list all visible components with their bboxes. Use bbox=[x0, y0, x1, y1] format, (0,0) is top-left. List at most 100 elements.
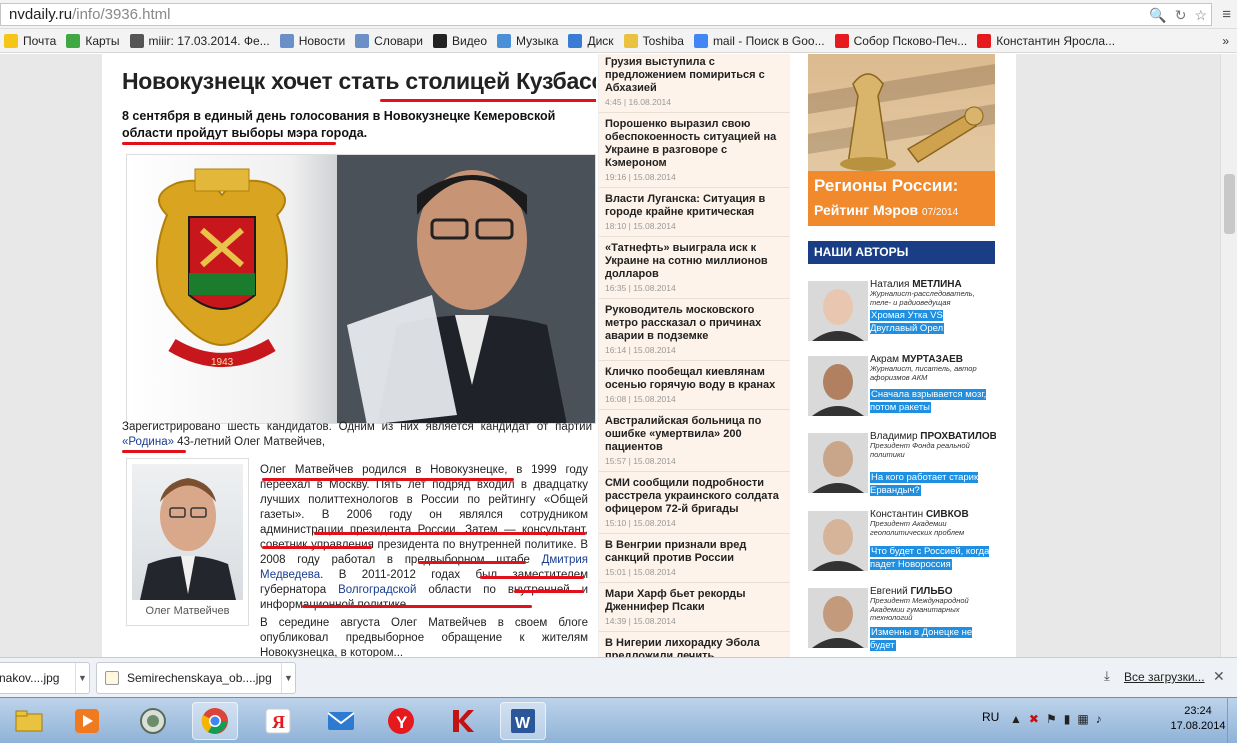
article-photo: 1943 bbox=[126, 154, 596, 424]
news-item[interactable]: Порошенко выразил свою обеспокоенность с… bbox=[599, 113, 790, 188]
news-item[interactable]: Грузия выступила с предложением помирить… bbox=[599, 54, 790, 113]
bookmark-item[interactable]: Карты bbox=[62, 33, 125, 48]
inset-photo-card: Олег Матвейчев bbox=[126, 458, 249, 626]
security-icon[interactable]: ✖ bbox=[1029, 712, 1039, 726]
news-timestamp: 15:01 | 15.08.2014 bbox=[605, 567, 676, 577]
author-post-link[interactable]: Хромая Утка VS Двуглавый Орел bbox=[870, 309, 990, 335]
author-card[interactable]: Евгений ГИЛЬБО Президент Международной Ак… bbox=[808, 586, 995, 657]
volume-icon[interactable]: ♪ bbox=[1096, 712, 1102, 726]
bookmarks-more-icon[interactable]: » bbox=[1222, 34, 1237, 48]
media-player-icon[interactable] bbox=[64, 702, 110, 740]
chevron-down-icon[interactable]: ▼ bbox=[281, 663, 295, 693]
news-title[interactable]: В Венгрии признали вред санкций против Р… bbox=[605, 539, 786, 565]
author-photo[interactable] bbox=[808, 433, 868, 493]
news-title[interactable]: Мари Харф бьет рекорды Дженнифер Псаки bbox=[605, 588, 786, 614]
close-icon[interactable]: ✕ bbox=[1213, 668, 1225, 685]
news-title[interactable]: Руководитель московского метро рассказал… bbox=[605, 304, 786, 343]
author-post-link[interactable]: Сначала взрывается мозг, потом ракеты bbox=[870, 388, 990, 414]
scrollbar-thumb[interactable] bbox=[1224, 174, 1235, 234]
news-item[interactable]: «Татнефть» выиграла иск к Украине на сот… bbox=[599, 237, 790, 299]
author-photo[interactable] bbox=[808, 356, 868, 416]
bookmark-item[interactable]: mail - Поиск в Goo... bbox=[690, 33, 831, 48]
news-item[interactable]: В Венгрии признали вред санкций против Р… bbox=[599, 534, 790, 583]
ad-banner[interactable]: Регионы России: Рейтинг Мэров 07/2014 bbox=[808, 54, 995, 226]
author-card[interactable]: Акрам МУРТАЗАЕВ Журналист, писатель, авто… bbox=[808, 354, 995, 426]
author-card[interactable]: Константин СИВКОВ Президент Академии геоп… bbox=[808, 509, 995, 581]
bookmark-item[interactable]: Диск bbox=[564, 33, 619, 48]
news-title[interactable]: Кличко пообещал киевлянам осенью горячую… bbox=[605, 366, 786, 392]
url-field[interactable]: nvdaily.ru/info/3936.html bbox=[0, 3, 1212, 26]
downloads-bar: nakov....jpg ▼ Semirechenskaya_ob....jpg… bbox=[0, 657, 1237, 697]
author-post-link[interactable]: Что будет с Россией, когда падет Новорос… bbox=[870, 545, 990, 571]
ad-date: 07/2014 bbox=[922, 207, 959, 218]
underline-5 bbox=[480, 576, 584, 579]
author-photo[interactable] bbox=[808, 511, 868, 571]
reload-icon[interactable]: ↻ bbox=[1175, 7, 1187, 24]
search-icon[interactable]: 🔍 bbox=[1149, 7, 1166, 24]
news-item[interactable]: Кличко пообещал киевлянам осенью горячую… bbox=[599, 361, 790, 410]
battery-icon[interactable]: ▮ bbox=[1064, 712, 1071, 726]
url-path: /info/3936.html bbox=[72, 6, 171, 23]
news-title[interactable]: «Татнефть» выиграла иск к Украине на сот… bbox=[605, 242, 786, 281]
author-post-link[interactable]: На кого работает старик Ервандыч? bbox=[870, 471, 990, 497]
word-icon[interactable]: W bbox=[500, 702, 546, 740]
mail-icon[interactable] bbox=[318, 702, 364, 740]
author-card[interactable]: Наталия МЕТЛИНА Журналист-расследователь,… bbox=[808, 279, 995, 351]
app-circle-icon[interactable] bbox=[130, 702, 176, 740]
author-role: Журналист, писатель, автор афоризмов АКМ bbox=[870, 364, 977, 382]
news-item[interactable]: Мари Харф бьет рекорды Дженнифер Псаки 14… bbox=[599, 583, 790, 632]
news-item[interactable]: Руководитель московского метро рассказал… bbox=[599, 299, 790, 361]
yandex-icon[interactable]: Y bbox=[378, 702, 424, 740]
news-item[interactable]: В Нигерии лихорадку Эбола предложили леч… bbox=[599, 632, 790, 657]
bookmark-star-icon[interactable]: ☆ bbox=[1194, 7, 1207, 24]
news-title[interactable]: Грузия выступила с предложением помирить… bbox=[605, 56, 786, 95]
news-item[interactable]: Австралийская больница по ошибке «умертв… bbox=[599, 410, 790, 472]
news-item[interactable]: СМИ сообщили подробности расстрела украи… bbox=[599, 472, 790, 534]
music-icon bbox=[497, 33, 512, 48]
author-post-link[interactable]: Изменны в Донецке не будет bbox=[870, 626, 990, 652]
news-title[interactable]: Власти Луганска: Ситуация в городе крайн… bbox=[605, 193, 786, 219]
bookmark-item[interactable]: Собор Псково-Печ... bbox=[831, 33, 974, 48]
bookmark-item[interactable]: Toshiba bbox=[620, 33, 690, 48]
language-indicator[interactable]: RU bbox=[982, 710, 999, 724]
taskbar: Я Y W RU ▲ ✖ ⚑ ▮ ▦ ♪ 23:24 17.08.2014 bbox=[0, 697, 1237, 743]
news-title[interactable]: Порошенко выразил свою обеспокоенность с… bbox=[605, 118, 786, 170]
chevron-down-icon[interactable]: ▼ bbox=[75, 663, 89, 693]
chrome-icon[interactable] bbox=[192, 702, 238, 740]
news-item[interactable]: Власти Луганска: Ситуация в городе крайн… bbox=[599, 188, 790, 237]
explorer-icon[interactable] bbox=[6, 702, 52, 740]
system-clock[interactable]: 23:24 17.08.2014 bbox=[1168, 704, 1228, 734]
bookmark-label: Новости bbox=[298, 33, 346, 48]
link-volgograd[interactable]: Волгоградской bbox=[338, 584, 416, 596]
bookmark-label: Словари bbox=[374, 33, 423, 48]
disk-icon bbox=[568, 33, 583, 48]
flag-icon[interactable]: ⚑ bbox=[1046, 712, 1057, 726]
bookmark-item[interactable]: Музыка bbox=[493, 33, 564, 48]
bookmark-item[interactable]: miiir: 17.03.2014. Фе... bbox=[126, 33, 276, 48]
show-desktop-button[interactable] bbox=[1227, 698, 1237, 743]
news-title[interactable]: СМИ сообщили подробности расстрела украи… bbox=[605, 477, 786, 516]
yandex-browser-icon[interactable]: Я bbox=[255, 702, 301, 740]
author-photo[interactable] bbox=[808, 281, 868, 341]
bookmark-item[interactable]: Видео bbox=[429, 33, 493, 48]
download-item-1[interactable]: nakov....jpg ▼ bbox=[0, 662, 90, 694]
all-downloads-link[interactable]: Все загрузки... bbox=[1124, 670, 1205, 684]
author-card[interactable]: Владимир ПРОХВАТИЛОВ Президент Фонда реал… bbox=[808, 431, 996, 503]
user-icon bbox=[129, 33, 144, 48]
bookmark-item[interactable]: Словари bbox=[351, 33, 429, 48]
bookmark-item[interactable]: Почта bbox=[0, 33, 62, 48]
author-photo[interactable] bbox=[808, 588, 868, 648]
link-rodina[interactable]: «Родина» bbox=[122, 436, 174, 448]
page-scrollbar[interactable] bbox=[1220, 54, 1237, 657]
news-title[interactable]: В Нигерии лихорадку Эбола предложили леч… bbox=[605, 637, 786, 657]
menu-icon[interactable]: ≡ bbox=[1222, 6, 1231, 23]
bookmark-item[interactable]: Константин Яросла... bbox=[973, 33, 1121, 48]
chevron-up-icon[interactable]: ▲ bbox=[1010, 712, 1022, 726]
news-title[interactable]: Австралийская больница по ошибке «умертв… bbox=[605, 415, 786, 454]
article-lead: 8 сентября в единый день голосования в Н… bbox=[122, 109, 556, 140]
address-bar: nvdaily.ru/info/3936.html 🔍 ↻ ☆ ≡ bbox=[0, 0, 1237, 29]
network-icon[interactable]: ▦ bbox=[1077, 712, 1088, 726]
bookmark-item[interactable]: Новости bbox=[276, 33, 351, 48]
kaspersky-icon[interactable] bbox=[440, 702, 486, 740]
download-item-2[interactable]: Semirechenskaya_ob....jpg ▼ bbox=[96, 662, 296, 694]
